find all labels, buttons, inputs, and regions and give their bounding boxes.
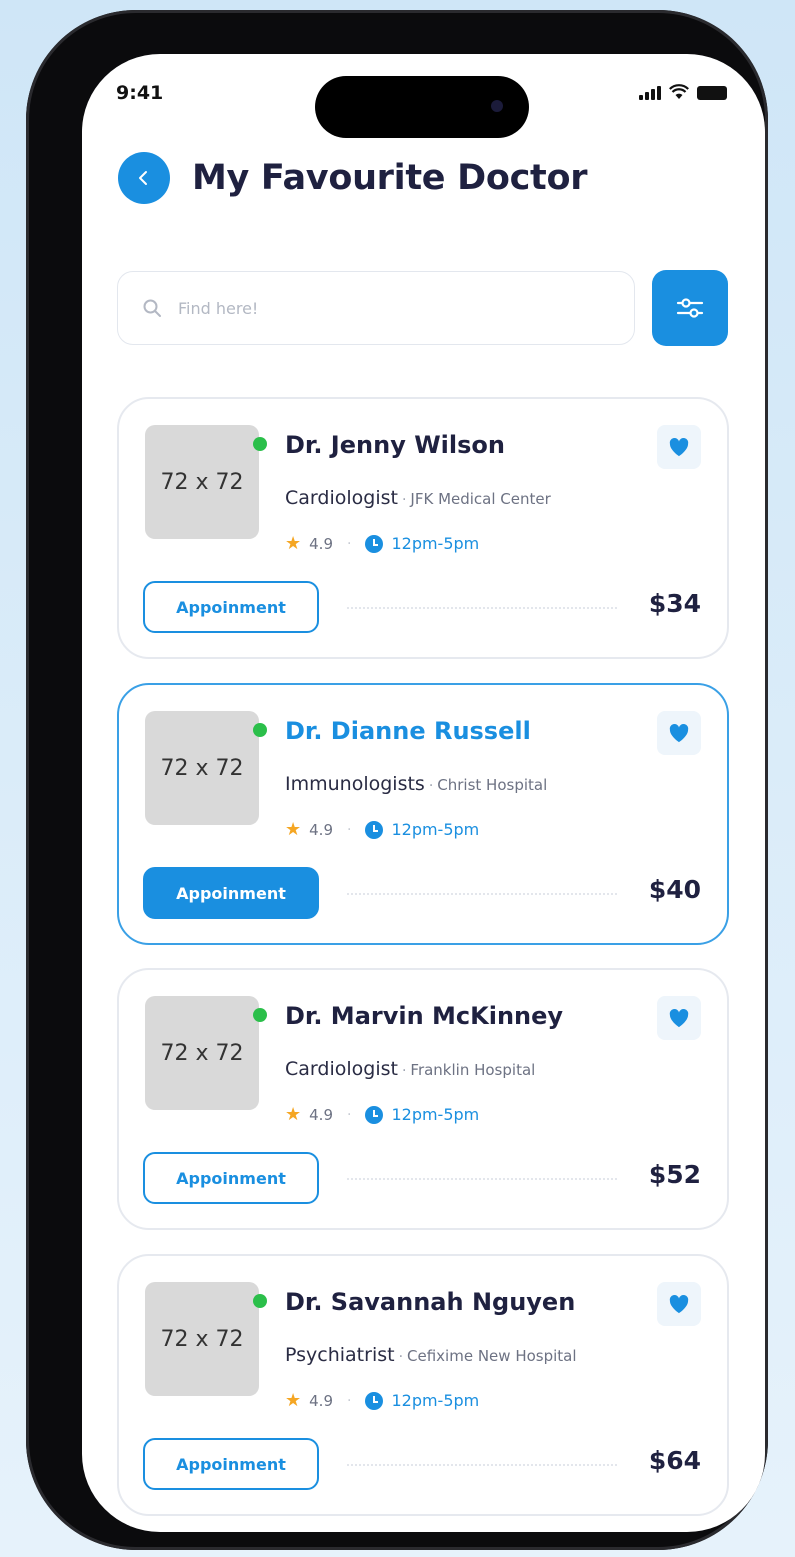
back-button[interactable] <box>118 152 170 204</box>
status-icons <box>639 84 727 100</box>
online-indicator <box>253 723 267 737</box>
divider <box>347 1464 617 1466</box>
appointment-button[interactable]: Appoinment <box>143 1438 319 1490</box>
divider <box>347 1178 617 1180</box>
star-icon: ★ <box>285 533 302 554</box>
heart-icon <box>669 437 689 457</box>
status-time: 9:41 <box>116 82 164 104</box>
doctor-name: Dr. Jenny Wilson <box>285 431 505 459</box>
appointment-button[interactable]: Appoinment <box>143 867 319 919</box>
online-indicator <box>253 1294 267 1308</box>
doctor-meta: ★ 4.9 · 12pm-5pm <box>285 819 480 840</box>
doctor-rating: 4.9 <box>309 534 333 553</box>
doctor-rating: 4.9 <box>309 820 333 839</box>
doctor-hours: 12pm-5pm <box>391 1105 480 1124</box>
doctor-price: $34 <box>648 589 701 618</box>
clock-icon <box>365 1391 384 1410</box>
star-icon: ★ <box>285 1390 302 1411</box>
specialty-line: Cardiologist · Franklin Hospital <box>285 1058 536 1080</box>
star-icon: ★ <box>285 1104 302 1125</box>
doctor-hospital: Christ Hospital <box>437 776 548 794</box>
specialty-line: Immunologists · Christ Hospital <box>285 773 548 795</box>
doctor-rating: 4.9 <box>309 1391 333 1410</box>
doctor-card[interactable]: 72 x 72 Dr. Savannah Nguyen Psychiatrist… <box>117 1254 729 1516</box>
battery-icon <box>697 86 727 100</box>
doctor-meta: ★ 4.9 · 12pm-5pm <box>285 533 480 554</box>
divider <box>347 893 617 895</box>
doctor-hospital: Cefixime New Hospital <box>407 1347 577 1365</box>
doctor-hospital: Franklin Hospital <box>410 1061 536 1079</box>
doctor-meta: ★ 4.9 · 12pm-5pm <box>285 1390 480 1411</box>
favorite-button[interactable] <box>657 425 701 469</box>
doctor-rating: 4.9 <box>309 1105 333 1124</box>
online-indicator <box>253 1008 267 1022</box>
doctor-avatar: 72 x 72 <box>145 425 259 539</box>
page-header: My Favourite Doctor <box>118 152 587 204</box>
doctor-name: Dr. Dianne Russell <box>285 717 531 745</box>
doctor-hospital: JFK Medical Center <box>410 490 551 508</box>
favorite-button[interactable] <box>657 711 701 755</box>
doctor-specialty: Cardiologist <box>285 487 398 509</box>
phone-frame: 9:41 My Favourite Doctor Find here! 72 x… <box>26 10 768 1550</box>
heart-icon <box>669 1008 689 1028</box>
page-title: My Favourite Doctor <box>192 158 588 198</box>
heart-icon <box>669 1294 689 1314</box>
doctor-name: Dr. Savannah Nguyen <box>285 1288 576 1316</box>
doctor-specialty: Immunologists <box>285 773 425 795</box>
favorite-button[interactable] <box>657 996 701 1040</box>
doctor-avatar: 72 x 72 <box>145 996 259 1110</box>
chevron-left-icon <box>139 171 147 185</box>
doctor-specialty: Cardiologist <box>285 1058 398 1080</box>
clock-icon <box>365 534 384 553</box>
doctor-price: $40 <box>648 875 701 904</box>
doctor-specialty: Psychiatrist <box>285 1344 395 1366</box>
sliders-icon <box>676 298 704 318</box>
app-screen: 9:41 My Favourite Doctor Find here! 72 x… <box>82 54 765 1532</box>
signal-icon <box>639 86 661 100</box>
clock-icon <box>365 820 384 839</box>
doctor-avatar: 72 x 72 <box>145 711 259 825</box>
doctor-card[interactable]: 72 x 72 Dr. Marvin McKinney Cardiologist… <box>117 968 729 1230</box>
clock-icon <box>365 1105 384 1124</box>
doctor-hours: 12pm-5pm <box>391 1391 480 1410</box>
favorite-button[interactable] <box>657 1282 701 1326</box>
filter-button[interactable] <box>652 270 728 346</box>
specialty-line: Psychiatrist · Cefixime New Hospital <box>285 1344 577 1366</box>
doctor-name: Dr. Marvin McKinney <box>285 1002 564 1030</box>
doctor-price: $52 <box>648 1160 701 1189</box>
wifi-icon <box>669 84 689 99</box>
search-input[interactable] <box>176 297 580 319</box>
online-indicator <box>253 437 267 451</box>
divider <box>347 607 617 609</box>
heart-icon <box>669 723 689 743</box>
doctor-avatar: 72 x 72 <box>145 1282 259 1396</box>
doctor-hours: 12pm-5pm <box>391 820 480 839</box>
appointment-button[interactable]: Appoinment <box>143 1152 319 1204</box>
doctor-hours: 12pm-5pm <box>391 534 480 553</box>
doctor-card[interactable]: 72 x 72 Dr. Dianne Russell Immunologists… <box>117 683 729 945</box>
appointment-button[interactable]: Appoinment <box>143 581 319 633</box>
camera-dot <box>491 100 503 112</box>
star-icon: ★ <box>285 819 302 840</box>
dynamic-island <box>315 76 529 138</box>
doctor-card[interactable]: 72 x 72 Dr. Jenny Wilson Cardiologist · JF… <box>117 397 729 659</box>
search-icon <box>143 299 161 317</box>
doctor-meta: ★ 4.9 · 12pm-5pm <box>285 1104 480 1125</box>
specialty-line: Cardiologist · JFK Medical Center <box>285 487 551 509</box>
doctor-price: $64 <box>648 1446 701 1475</box>
search-bar[interactable] <box>117 271 635 345</box>
